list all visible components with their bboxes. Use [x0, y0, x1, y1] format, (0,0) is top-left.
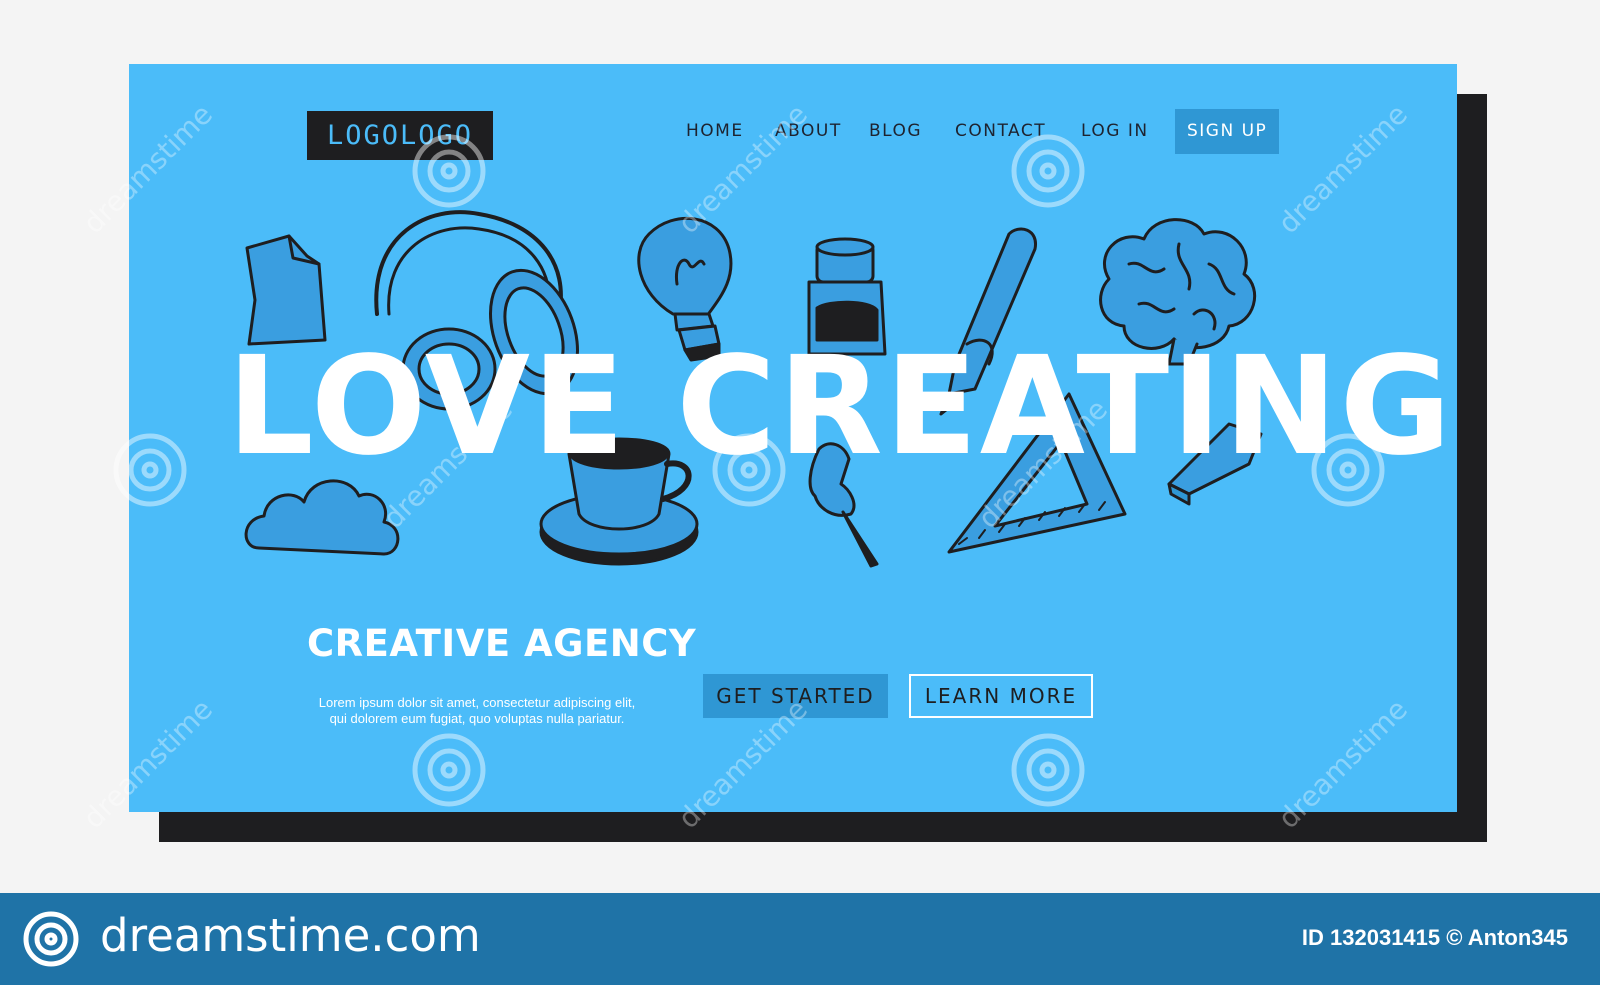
dreamstime-logo-icon: [23, 911, 79, 967]
agency-description: Lorem ipsum dolor sit amet, consectetur …: [307, 695, 647, 727]
nav-blog[interactable]: BLOG: [869, 109, 922, 154]
footer-bar: dreamstime.com ID 132031415 © Anton345: [0, 893, 1600, 985]
agency-description-line-1: Lorem ipsum dolor sit amet, consectetur …: [318, 695, 636, 710]
cloud-icon: [244, 479, 400, 556]
nav-log-in[interactable]: LOG IN: [1081, 109, 1149, 154]
main-navigation: HOME ABOUT BLOG CONTACT LOG IN SIGN UP: [129, 109, 1457, 154]
landing-page-card: LOGOLOGO HOME ABOUT BLOG CONTACT LOG IN …: [129, 64, 1457, 812]
nav-about[interactable]: ABOUT: [775, 109, 842, 154]
nav-home[interactable]: HOME: [686, 109, 744, 154]
nav-contact[interactable]: CONTACT: [955, 109, 1046, 154]
agency-title: CREATIVE AGENCY: [307, 622, 697, 665]
footer-image-id: ID 132031415 © Anton345: [1301, 925, 1568, 950]
learn-more-button[interactable]: LEARN MORE: [909, 674, 1093, 718]
sign-up-button[interactable]: SIGN UP: [1175, 109, 1280, 154]
hero-title: LOVE CREATING!: [227, 328, 1457, 486]
agency-description-line-2: qui dolorem eum fugiat, quo voluptas nul…: [329, 711, 625, 726]
footer-brand[interactable]: dreamstime.com: [100, 909, 481, 962]
get-started-button[interactable]: GET STARTED: [703, 674, 888, 718]
